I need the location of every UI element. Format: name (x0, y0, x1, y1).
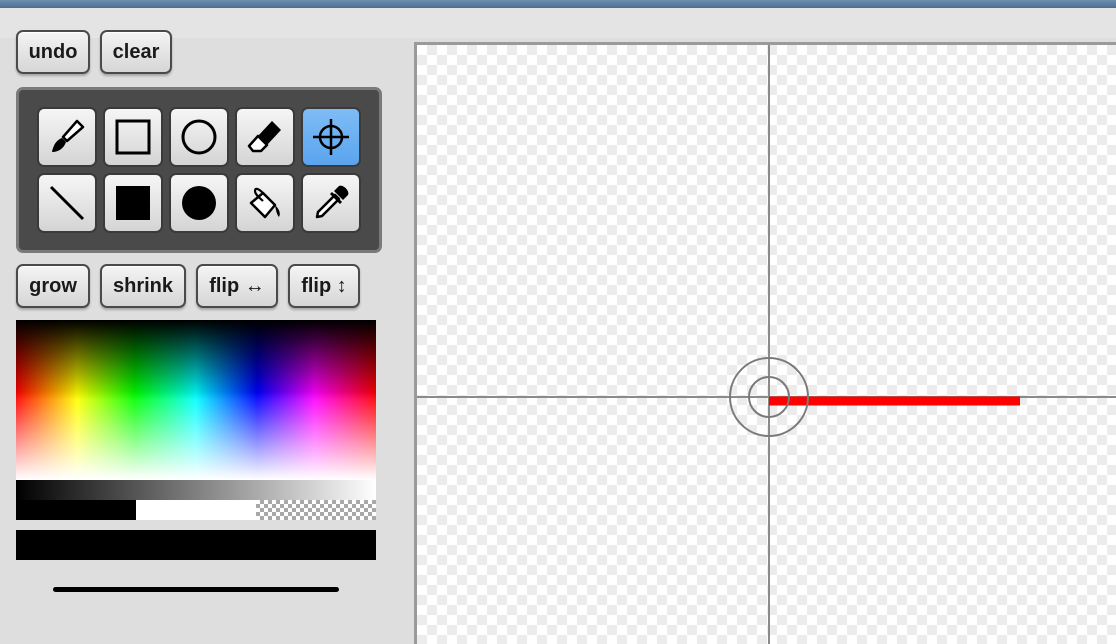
line-tool[interactable] (37, 173, 97, 233)
rectangle-outline-icon (115, 119, 151, 155)
filled-circle-icon (182, 186, 216, 220)
flip-vertical-button[interactable]: flip ↕ (288, 264, 360, 308)
rectangle-tool[interactable] (103, 107, 163, 167)
filled-circle-tool[interactable] (169, 173, 229, 233)
grayscale-slider[interactable] (16, 480, 376, 500)
paintbrush-icon (52, 119, 85, 152)
canvas-overlay (417, 45, 1116, 644)
filled-rectangle-tool[interactable] (103, 173, 163, 233)
undo-button[interactable]: undo (16, 30, 90, 74)
circle-tool[interactable] (169, 107, 229, 167)
clear-button[interactable]: clear (100, 30, 172, 74)
circle-outline-icon (181, 119, 217, 155)
eyedropper-icon (315, 185, 349, 219)
tool-palette (16, 87, 382, 253)
line-icon (49, 185, 85, 221)
crosshair-icon (313, 119, 349, 155)
paint-bucket-icon (249, 187, 280, 219)
white-swatch[interactable] (136, 500, 256, 520)
eyedropper-tool[interactable] (301, 173, 361, 233)
black-swatch[interactable] (16, 500, 136, 520)
brush-size-preview (53, 587, 339, 592)
current-color-preview (16, 530, 376, 560)
window-title-bar (0, 0, 1116, 8)
crosshair-tool[interactable] (301, 107, 361, 167)
grow-button[interactable]: grow (16, 264, 90, 308)
color-spectrum-picker[interactable] (16, 320, 376, 480)
eraser-icon (247, 121, 281, 153)
shrink-button[interactable]: shrink (100, 264, 186, 308)
drawing-canvas[interactable] (414, 42, 1116, 644)
filled-rectangle-icon (116, 186, 150, 220)
transparent-swatch[interactable] (256, 500, 376, 520)
flip-horizontal-button[interactable]: flip ↔ (196, 264, 278, 308)
fill-bucket-tool[interactable] (235, 173, 295, 233)
eraser-tool[interactable] (235, 107, 295, 167)
brush-tool[interactable] (37, 107, 97, 167)
